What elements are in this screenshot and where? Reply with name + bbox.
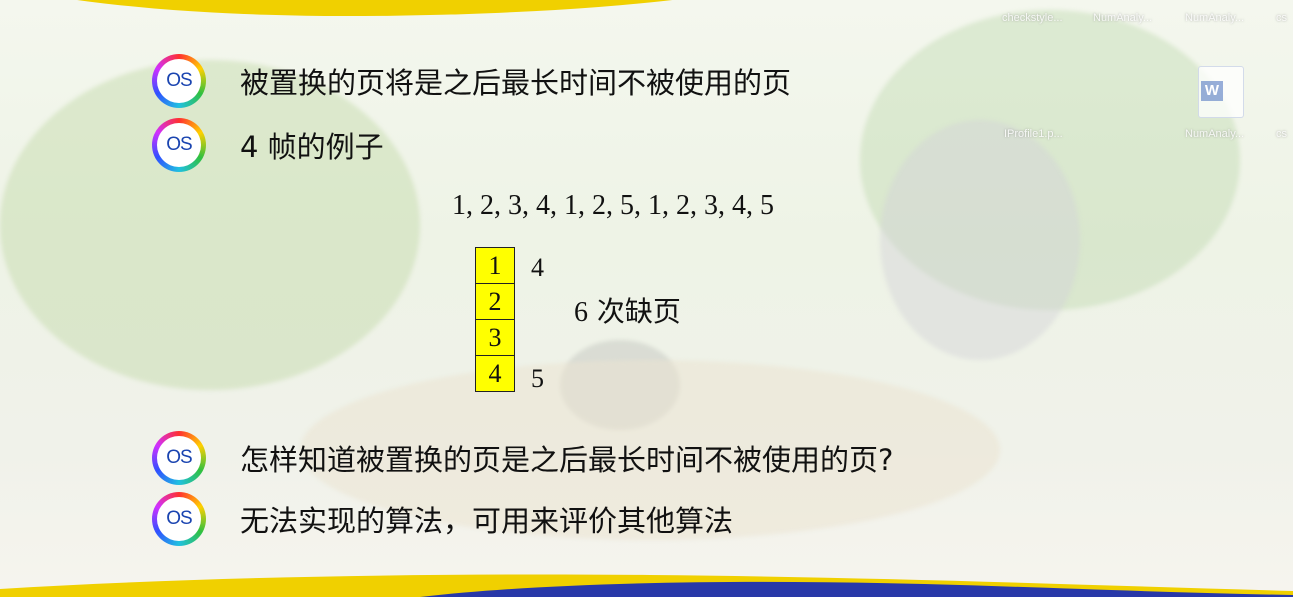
desktop-icon-label[interactable]: NumAnaly... [1185, 128, 1244, 140]
background-scenery [880, 120, 1080, 360]
desktop-icon-label[interactable]: IProfile1.p... [1004, 128, 1063, 140]
bottom-decorative-wave [0, 574, 1293, 597]
bullet-text: 无法实现的算法，可用来评价其他算法 [240, 504, 734, 538]
reference-string: 1, 2, 3, 4, 1, 2, 5, 1, 2, 3, 4, 5 [452, 190, 774, 221]
fault-count-label: 次缺页 [596, 295, 681, 328]
frame-cell: 2 [475, 283, 515, 320]
bullet-item: OS 怎样知道被置换的页是之后最长时间不被使用的页? [152, 431, 893, 485]
page-fault-count: 6 次缺页 [574, 290, 681, 330]
os-logo-icon: OS [152, 431, 206, 485]
os-logo-icon: OS [152, 118, 206, 172]
top-yellow-band [0, 0, 840, 16]
frame-stack: 1 2 3 4 [475, 247, 515, 392]
desktop-icon-label[interactable]: cs [1276, 12, 1287, 24]
bullet-text: 被置换的页将是之后最长时间不被使用的页 [240, 66, 792, 100]
bullet-item: OS 4 帧的例子 [152, 118, 384, 172]
frame-cell: 1 [475, 247, 515, 284]
os-logo-icon: OS [152, 492, 206, 546]
desktop-icon-label[interactable]: NumAnaly... [1185, 12, 1244, 24]
desktop-icon-label[interactable]: checkstyle... [1002, 12, 1063, 24]
os-logo-icon: OS [152, 54, 206, 108]
frame-cell: 4 [475, 355, 515, 392]
frame-cell: 3 [475, 319, 515, 356]
desktop-icon-label[interactable]: NumAnaly... [1093, 12, 1152, 24]
replacement-value-top: 4 [531, 253, 544, 282]
desktop-icon-label[interactable]: cs [1276, 128, 1287, 140]
background-scenery [0, 60, 420, 390]
bullet-text: 怎样知道被置换的页是之后最长时间不被使用的页? [240, 443, 894, 477]
replacement-value-bottom: 5 [531, 364, 544, 393]
word-document-icon[interactable]: W [1198, 66, 1244, 118]
bullet-text: 4 帧的例子 [240, 130, 384, 164]
fault-count-number: 6 [574, 297, 588, 328]
bullet-item: OS 被置换的页将是之后最长时间不被使用的页 [152, 54, 791, 108]
